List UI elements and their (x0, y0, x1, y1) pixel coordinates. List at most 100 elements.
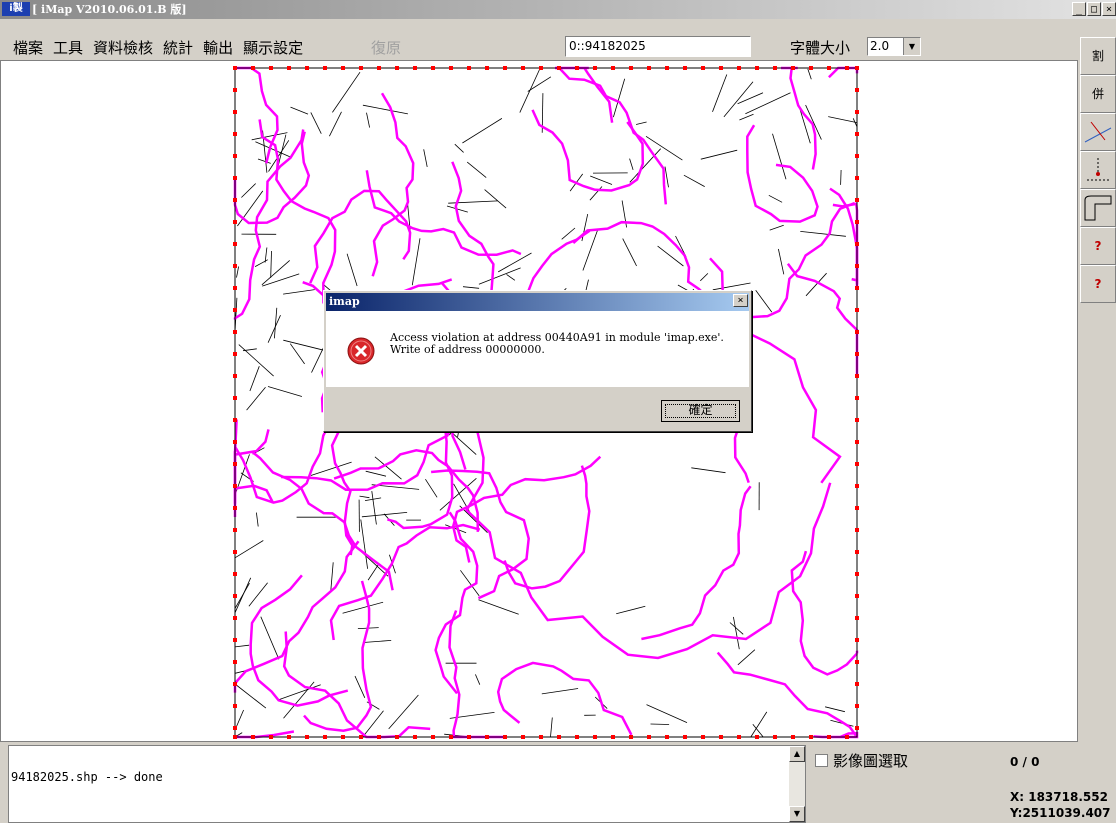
frame-marker (855, 176, 859, 180)
parcel-line (582, 229, 599, 271)
menu-export[interactable]: 輸出 (198, 37, 238, 59)
frame-marker (233, 154, 237, 158)
tool-merge[interactable]: 併 (1080, 75, 1116, 113)
frame-marker (855, 616, 859, 620)
frame-marker (233, 682, 237, 686)
frame-marker (233, 638, 237, 642)
frame-marker (233, 88, 237, 92)
scroll-up-button[interactable]: ▲ (789, 746, 805, 762)
road-boundary (309, 189, 412, 284)
frame-marker (575, 66, 579, 70)
parcel-line (388, 694, 419, 730)
frame-marker (629, 66, 633, 70)
chevron-down-icon[interactable]: ▼ (903, 38, 920, 55)
parcel-line (274, 307, 278, 339)
frame-marker (485, 66, 489, 70)
parcel-line (267, 386, 303, 397)
minimize-button[interactable]: _ (1072, 2, 1086, 16)
parcel-line (270, 250, 272, 278)
frame-marker (737, 735, 741, 739)
menu-file[interactable]: 檔案 (8, 37, 48, 59)
frame-marker (359, 735, 363, 739)
frame-marker (855, 132, 859, 136)
tool-line-query[interactable]: ? (1080, 265, 1116, 303)
parcel-line (360, 519, 368, 569)
frame-marker (233, 242, 237, 246)
point-node-icon (1087, 158, 1109, 181)
frame-marker (855, 462, 859, 466)
parcel-line (650, 723, 670, 725)
parcel-line (646, 704, 688, 723)
frame-marker (467, 66, 471, 70)
parcel-line (290, 106, 309, 115)
image-select[interactable]: 影像圖選取 (815, 750, 908, 771)
log-panel[interactable]: 94182025.shp --> done ▲ ▼ (8, 745, 806, 823)
frame-marker (233, 506, 237, 510)
frame-marker (233, 462, 237, 466)
sheet-id-field[interactable]: 0::94182025 (565, 36, 751, 57)
parcel-line (234, 583, 250, 609)
tool-split[interactable]: 割 (1080, 37, 1116, 75)
frame-marker (611, 66, 615, 70)
dialog-close-button[interactable]: × (733, 294, 748, 307)
maximize-button[interactable]: □ (1087, 2, 1101, 16)
frame-marker (539, 66, 543, 70)
image-select-checkbox[interactable] (815, 754, 828, 767)
frame-marker (855, 154, 859, 158)
line-query-icon: ? (1094, 277, 1102, 291)
parcel-line (251, 132, 288, 141)
font-size-select[interactable]: 2.0 ▼ (867, 37, 921, 56)
scroll-down-button[interactable]: ▼ (789, 806, 805, 822)
parcel-line (622, 238, 637, 267)
frame-marker (845, 735, 849, 739)
frame-marker (855, 66, 859, 70)
frame-marker (233, 735, 237, 739)
parcel-line (769, 224, 784, 231)
parcel-line (561, 227, 576, 240)
frame-marker (305, 66, 309, 70)
frame-marker (251, 66, 255, 70)
coord-y-readout: Y:2511039.407 (1010, 806, 1111, 820)
frame-marker (683, 66, 687, 70)
menu-data-check[interactable]: 資料檢核 (88, 37, 158, 59)
frame-marker (855, 572, 859, 576)
query-icon: ? (1094, 239, 1102, 253)
frame-marker (855, 286, 859, 290)
parcel-line (462, 286, 480, 289)
frame-marker (233, 132, 237, 136)
parcel-line (241, 183, 256, 198)
frame-marker (855, 506, 859, 510)
font-size-label: 字體大小 (790, 39, 851, 57)
parcel-line (700, 273, 709, 282)
parcel-line (629, 158, 634, 171)
tool-point-node[interactable] (1080, 151, 1116, 189)
frame-marker (557, 66, 561, 70)
parcel-line (478, 267, 521, 285)
tool-polygon[interactable] (1080, 189, 1116, 227)
parcel-line (234, 644, 250, 648)
tool-query[interactable]: ? (1080, 227, 1116, 265)
road-boundary (233, 429, 270, 504)
split-icon: 割 (1091, 49, 1104, 63)
frame-marker (233, 176, 237, 180)
parcel-line (683, 174, 705, 187)
parcel-line (267, 315, 281, 343)
frame-marker (791, 66, 795, 70)
parcel-line (371, 491, 377, 525)
dialog-message: Access violation at address 00440A91 in … (390, 331, 724, 356)
tool-line-node[interactable] (1080, 113, 1116, 151)
menu-display-settings[interactable]: 顯示設定 (238, 37, 308, 59)
ok-button[interactable]: 確定 (661, 400, 740, 422)
frame-marker (377, 66, 381, 70)
frame-marker (855, 396, 859, 400)
parcel-line (423, 149, 428, 167)
menu-tools[interactable]: 工具 (48, 37, 88, 59)
log-scrollbar[interactable]: ▲ ▼ (789, 746, 805, 822)
road-boundary (496, 661, 633, 736)
menu-statistics[interactable]: 統計 (158, 37, 198, 59)
road-boundary (303, 580, 373, 732)
parcel-line (807, 68, 812, 80)
frame-marker (855, 242, 859, 246)
frame-marker (233, 330, 237, 334)
close-button[interactable]: × (1102, 2, 1116, 16)
